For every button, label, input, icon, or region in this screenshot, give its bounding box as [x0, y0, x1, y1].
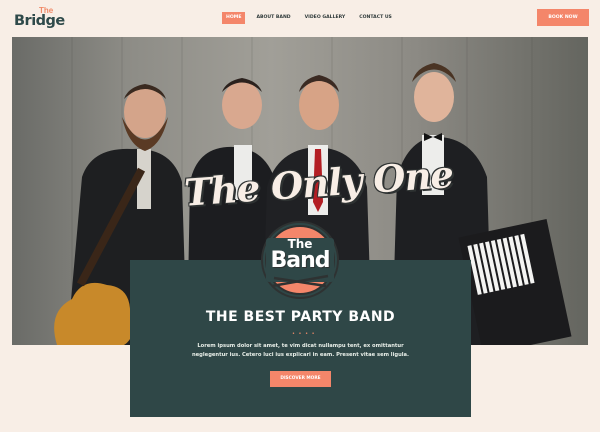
discover-more-button[interactable]: Discover More	[270, 371, 331, 387]
badge-main-text: Band	[270, 248, 330, 273]
nav-item-contact-us[interactable]: Contact Us	[352, 12, 399, 24]
title-divider-dots: • • • •	[292, 331, 316, 337]
nav-item-about-band[interactable]: About Band	[249, 12, 297, 24]
card-title: THE BEST PARTY BAND	[205, 309, 396, 325]
site-header: The Bridge Home About Band Video Gallery…	[0, 0, 600, 37]
logo[interactable]: The Bridge	[14, 6, 66, 32]
card-description: Lorem ipsum dolor sit amet, te vim dicat…	[191, 343, 410, 358]
book-now-button[interactable]: Book Now	[537, 9, 589, 26]
logo-main-text: Bridge	[14, 13, 65, 29]
band-badge-logo: The Band	[252, 212, 348, 308]
nav-item-home[interactable]: Home	[222, 12, 246, 24]
main-nav: Home About Band Video Gallery Contact Us	[222, 12, 399, 24]
nav-item-video-gallery[interactable]: Video Gallery	[298, 12, 353, 24]
